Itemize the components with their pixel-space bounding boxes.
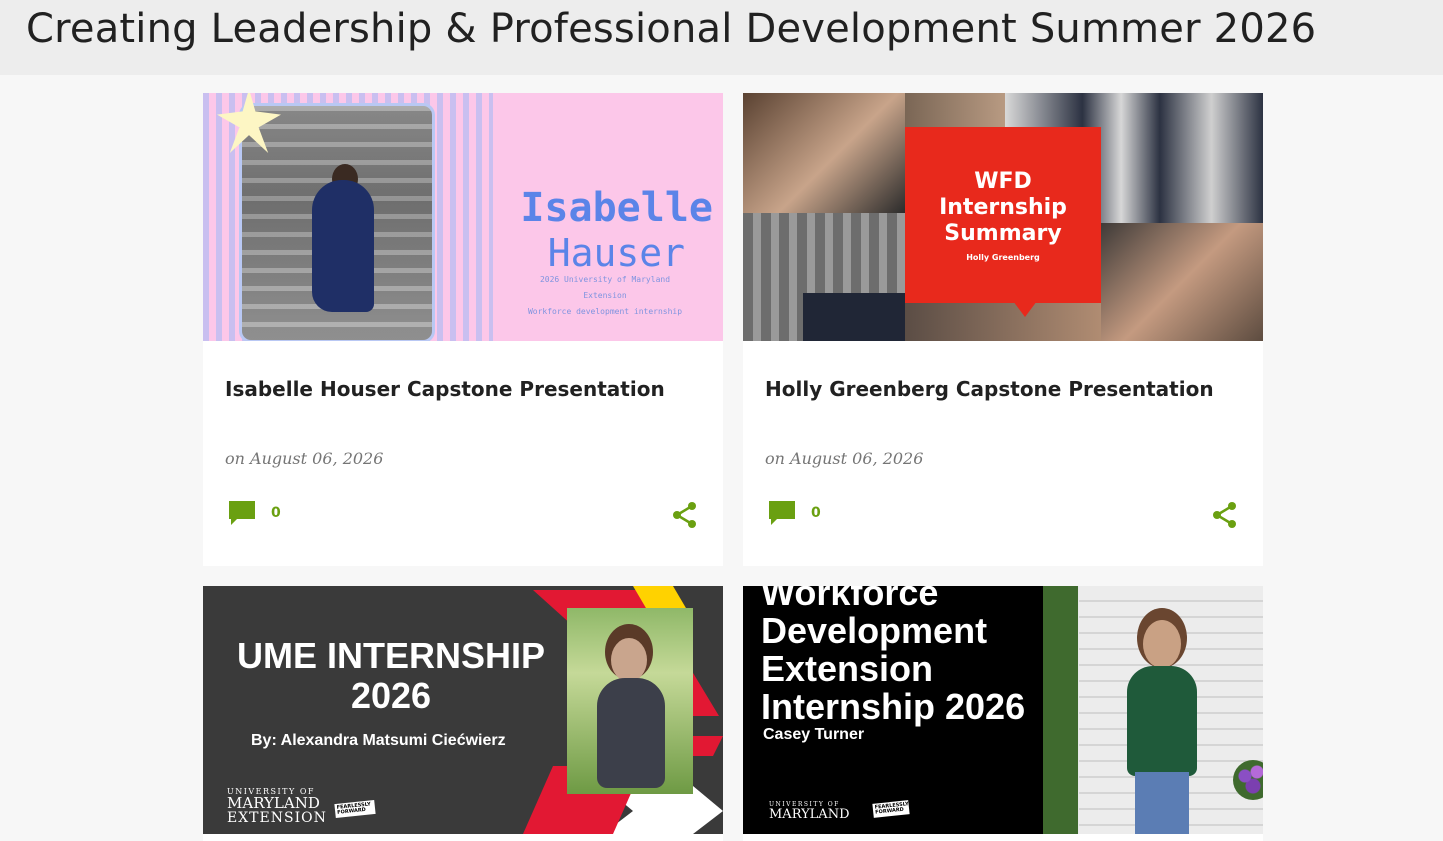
share-icon[interactable]: [671, 501, 699, 529]
post-card: WFD Internship Summary Holly Greenberg H…: [743, 93, 1263, 566]
fearlessly-forward-badge: FEARLESSLY FORWARD: [334, 799, 376, 819]
thumbnail-name-last: Hauser: [547, 231, 685, 275]
blog-header: Creating Leadership & Professional Devel…: [0, 0, 1443, 75]
comment-icon: [229, 501, 255, 525]
comment-count: 0: [271, 505, 281, 521]
post-title[interactable]: Holly Greenberg Capstone Presentation: [765, 377, 1214, 401]
thumbnail-title: Workforce Development Extension Internsh…: [761, 586, 1026, 727]
post-title[interactable]: Isabelle Houser Capstone Presentation: [225, 377, 665, 401]
post-thumbnail[interactable]: WFD Internship Summary Holly Greenberg: [743, 93, 1263, 341]
thumbnail-name-first: Isabelle: [520, 185, 713, 231]
post-thumbnail[interactable]: Isabelle Hauser 2026 University of Maryl…: [203, 93, 723, 341]
post-card: Isabelle Hauser 2026 University of Maryl…: [203, 93, 723, 566]
post-card: UME INTERNSHIP 2026 By: Alexandra Matsum…: [203, 586, 723, 841]
fearlessly-forward-badge: FEARLESSLY FORWARD: [872, 800, 910, 818]
post-thumbnail[interactable]: Workforce Development Extension Internsh…: [743, 586, 1263, 834]
thumbnail-subtitle: 2026 University of Maryland: [539, 275, 671, 284]
page-title[interactable]: Creating Leadership & Professional Devel…: [26, 6, 1316, 52]
post-thumbnail[interactable]: UME INTERNSHIP 2026 By: Alexandra Matsum…: [203, 586, 723, 834]
portrait-photo: [567, 608, 693, 794]
umd-logo: UNIVERSITY OF MARYLAND: [769, 801, 850, 822]
comment-icon: [769, 501, 795, 525]
share-icon[interactable]: [1211, 501, 1239, 529]
thumbnail-subtitle: Extension: [583, 291, 627, 300]
umd-extension-logo: UNIVERSITY OF MARYLAND EXTENSION: [227, 787, 327, 826]
post-date[interactable]: on August 06, 2026: [225, 449, 383, 468]
portrait-photo: [239, 103, 435, 341]
comments-link[interactable]: 0: [227, 499, 281, 527]
thumbnail-title: UME INTERNSHIP 2026: [236, 635, 546, 716]
post-card: Workforce Development Extension Internsh…: [743, 586, 1263, 841]
thumbnail-name: Casey Turner: [763, 726, 865, 743]
portrait-photo: [1043, 586, 1263, 834]
comments-link[interactable]: 0: [767, 499, 821, 527]
thumbnail-subtitle: Workforce development internship: [527, 307, 683, 316]
summary-banner: WFD Internship Summary Holly Greenberg: [905, 127, 1101, 303]
comment-count: 0: [811, 505, 821, 521]
post-date[interactable]: on August 06, 2026: [765, 449, 923, 468]
thumbnail-byline: By: Alexandra Matsumi Ciećwierz: [251, 732, 506, 749]
